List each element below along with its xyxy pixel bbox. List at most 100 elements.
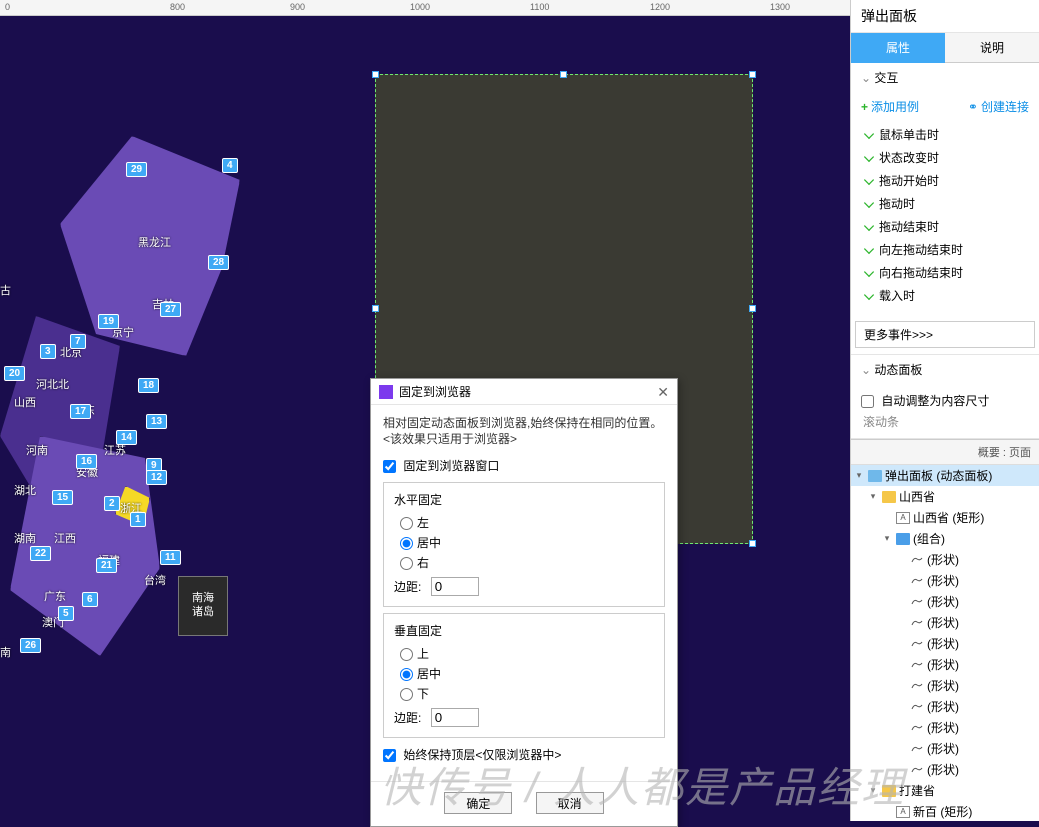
map-marker[interactable]: 20: [4, 366, 25, 381]
link-icon: ⚭: [968, 100, 978, 114]
tree-arrow-icon[interactable]: ▾: [881, 533, 893, 544]
map-marker[interactable]: 5: [58, 606, 74, 621]
keep-top-checkbox[interactable]: [383, 749, 396, 762]
radio-v-center[interactable]: [400, 668, 413, 681]
map-marker[interactable]: 15: [52, 490, 73, 505]
v-margin-input[interactable]: [431, 708, 479, 727]
event-item[interactable]: 状态改变时: [861, 146, 1029, 169]
outline-item[interactable]: ▾弹出面板 (动态面板): [851, 465, 1039, 486]
event-item[interactable]: 向右拖动结束时: [861, 261, 1029, 284]
pin-checkbox[interactable]: [383, 460, 396, 473]
radio-label: 上: [417, 647, 429, 661]
map-marker[interactable]: 13: [146, 414, 167, 429]
tree-arrow-icon[interactable]: ▾: [867, 491, 879, 502]
map-marker[interactable]: 11: [160, 550, 181, 565]
outline-header[interactable]: 概要 : 页面: [851, 440, 1039, 465]
outline-item[interactable]: (形状): [851, 570, 1039, 591]
add-case-link[interactable]: +添加用例: [861, 98, 919, 115]
outline-item[interactable]: (形状): [851, 696, 1039, 717]
create-link-link[interactable]: ⚭创建连接: [968, 98, 1029, 115]
outline-item[interactable]: (形状): [851, 759, 1039, 780]
event-item[interactable]: 拖动开始时: [861, 169, 1029, 192]
map-marker[interactable]: 7: [70, 334, 86, 349]
radio-top[interactable]: [400, 648, 413, 661]
pin-to-browser-dialog: 固定到浏览器 ✕ 相对固定动态面板到浏览器,始终保持在相同的位置。<该效果只适用…: [370, 378, 678, 827]
tab-notes[interactable]: 说明: [945, 33, 1039, 63]
dialog-titlebar[interactable]: 固定到浏览器 ✕: [371, 379, 677, 405]
radio-label: 居中: [417, 536, 441, 550]
event-item[interactable]: 向左拖动结束时: [861, 238, 1029, 261]
more-events-button[interactable]: 更多事件>>>: [855, 321, 1035, 348]
ok-button[interactable]: 确定: [444, 792, 512, 814]
scrollbar-label: 滚动条: [861, 413, 1029, 430]
outline-item[interactable]: (形状): [851, 549, 1039, 570]
map-marker[interactable]: 12: [146, 470, 167, 485]
tree-arrow-icon[interactable]: ▾: [853, 470, 865, 481]
nanhai-inset[interactable]: 南海 诸岛: [178, 576, 228, 636]
tree-arrow-icon[interactable]: ▾: [867, 785, 879, 796]
map-marker[interactable]: 4: [222, 158, 238, 173]
outline-item[interactable]: A新百 (矩形): [851, 801, 1039, 821]
map-marker[interactable]: 1: [130, 512, 146, 527]
outline-item[interactable]: (形状): [851, 591, 1039, 612]
resize-handle[interactable]: [372, 305, 379, 312]
outline-item-label: 山西省 (矩形): [913, 509, 984, 526]
outline-item-label: 打建省: [899, 782, 935, 799]
outline-tree[interactable]: ▾弹出面板 (动态面板)▾山西省A山西省 (矩形)▾(组合)(形状)(形状)(形…: [851, 465, 1039, 821]
radio-left[interactable]: [400, 517, 413, 530]
outline-item[interactable]: (形状): [851, 612, 1039, 633]
radio-h-center[interactable]: [400, 537, 413, 550]
map-label: 河南: [26, 442, 48, 458]
outline-item-label: (形状): [927, 719, 959, 736]
outline-item[interactable]: (形状): [851, 675, 1039, 696]
chevron-down-icon: ⌄: [861, 71, 871, 85]
margin-label: 边距:: [394, 580, 421, 594]
map-marker[interactable]: 22: [30, 546, 51, 561]
outline-item[interactable]: (形状): [851, 654, 1039, 675]
map-marker[interactable]: 19: [98, 314, 119, 329]
tab-properties[interactable]: 属性: [851, 33, 945, 63]
h-margin-input[interactable]: [431, 577, 479, 596]
outline-item[interactable]: ▾(组合): [851, 528, 1039, 549]
outline-item[interactable]: (形状): [851, 717, 1039, 738]
radio-label: 右: [417, 556, 429, 570]
event-item[interactable]: 拖动结束时: [861, 215, 1029, 238]
map-marker[interactable]: 27: [160, 302, 181, 317]
resize-handle[interactable]: [372, 71, 379, 78]
map-marker[interactable]: 28: [208, 255, 229, 270]
outline-item-label: (形状): [927, 677, 959, 694]
auto-size-checkbox[interactable]: [861, 395, 874, 408]
map-marker[interactable]: 3: [40, 344, 56, 359]
resize-handle[interactable]: [749, 305, 756, 312]
keep-top-label: 始终保持顶层<仅限浏览器中>: [403, 748, 561, 762]
map-marker[interactable]: 26: [20, 638, 41, 653]
ruler-tick: 1100: [530, 2, 549, 12]
outline-item[interactable]: A山西省 (矩形): [851, 507, 1039, 528]
map-marker[interactable]: 2: [104, 496, 120, 511]
outline-item[interactable]: ▾ 打建省: [851, 780, 1039, 801]
resize-handle[interactable]: [749, 540, 756, 547]
map-marker[interactable]: 16: [76, 454, 97, 469]
event-item[interactable]: 载入时: [861, 284, 1029, 307]
ruler-tick: 1300: [770, 2, 790, 12]
outline-item[interactable]: (形状): [851, 738, 1039, 759]
cancel-button[interactable]: 取消: [536, 792, 604, 814]
event-item[interactable]: 鼠标单击时: [861, 123, 1029, 146]
resize-handle[interactable]: [560, 71, 567, 78]
outline-item[interactable]: (形状): [851, 633, 1039, 654]
map-marker[interactable]: 18: [138, 378, 159, 393]
auto-size-label: 自动调整为内容尺寸: [881, 394, 989, 408]
map-marker[interactable]: 29: [126, 162, 147, 177]
map-marker[interactable]: 17: [70, 404, 91, 419]
map-marker[interactable]: 21: [96, 558, 117, 573]
section-interaction-head[interactable]: ⌄ 交互: [851, 63, 1039, 92]
radio-right[interactable]: [400, 557, 413, 570]
radio-bottom[interactable]: [400, 688, 413, 701]
close-icon[interactable]: ✕: [657, 379, 669, 405]
map-marker[interactable]: 14: [116, 430, 137, 445]
resize-handle[interactable]: [749, 71, 756, 78]
event-item[interactable]: 拖动时: [861, 192, 1029, 215]
map-marker[interactable]: 6: [82, 592, 98, 607]
outline-item[interactable]: ▾山西省: [851, 486, 1039, 507]
section-dynamic-head[interactable]: ⌄ 动态面板: [851, 355, 1039, 384]
